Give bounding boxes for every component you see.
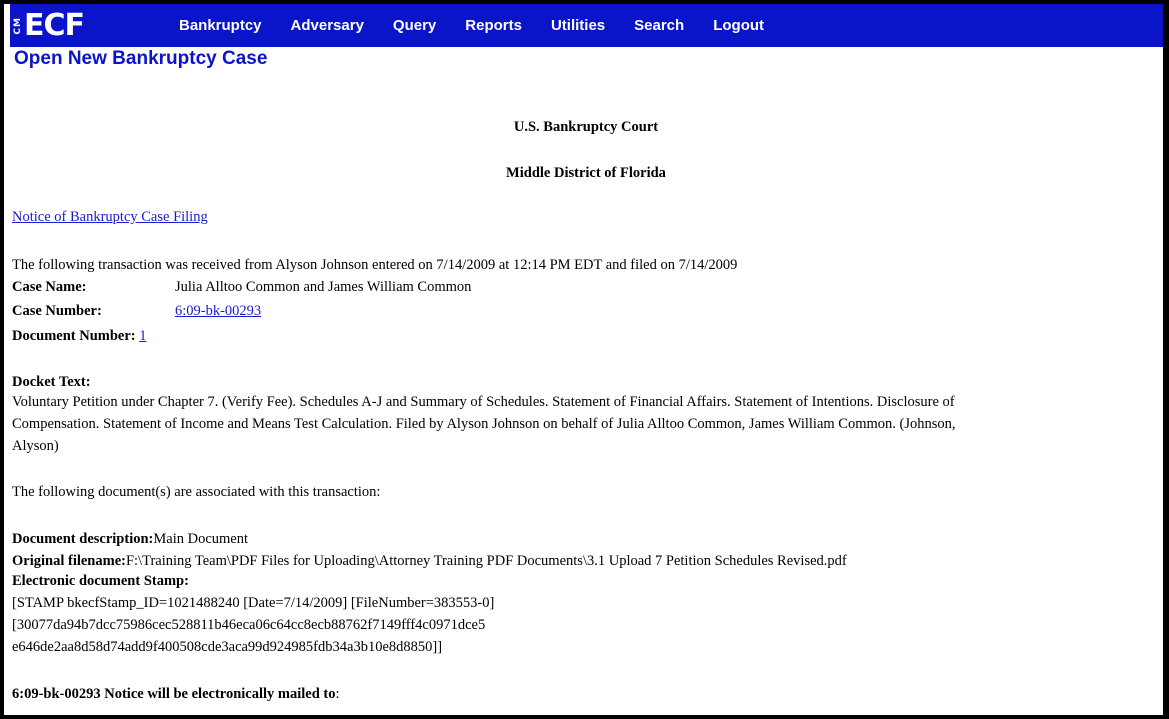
notice-link[interactable]: Notice of Bankruptcy Case Filing — [12, 209, 208, 225]
transaction-text: The following transaction was received f… — [12, 257, 738, 273]
case-number-label: Case Number: — [12, 303, 102, 319]
case-name-value: Julia Alltoo Common and James William Co… — [175, 279, 472, 295]
logo-prefix: CM — [13, 16, 23, 35]
docket-text-line-2: Compensation. Statement of Income and Me… — [12, 416, 956, 432]
document-number-label: Document Number: — [12, 328, 136, 344]
case-name-label: Case Name: — [12, 279, 87, 295]
original-filename-label: Original filename: — [12, 553, 126, 569]
menu-logout[interactable]: Logout — [713, 17, 764, 34]
associated-documents-text: The following document(s) are associated… — [12, 484, 381, 500]
case-number-link[interactable]: 6:09-bk-00293 — [175, 303, 261, 319]
document-description-value: Main Document — [153, 531, 249, 547]
court-district: Middle District of Florida — [506, 165, 666, 181]
document-description-label: Document description: — [12, 531, 154, 547]
document-stamp-line-1: [STAMP bkecfStamp_ID=1021488240 [Date=7/… — [12, 595, 495, 611]
document-stamp-line-2: [30077da94b7dcc75986cec528811b46eca06c64… — [12, 617, 486, 633]
docket-text-label: Docket Text: — [12, 374, 91, 390]
docket-text-line-3: Alyson) — [12, 438, 59, 454]
mail-notice-heading: 6:09-bk-00293 Notice will be electronica… — [12, 686, 340, 703]
menu-utilities[interactable]: Utilities — [551, 17, 605, 34]
menu-bankruptcy[interactable]: Bankruptcy — [179, 17, 262, 34]
docket-text-line-1: Voluntary Petition under Chapter 7. (Ver… — [12, 394, 955, 410]
menu-reports[interactable]: Reports — [465, 17, 522, 34]
browser-page: CM ECF Bankruptcy Adversary Query Report… — [4, 4, 1163, 715]
menu-bar: CM ECF Bankruptcy Adversary Query Report… — [10, 4, 1163, 47]
mail-notice-text: 6:09-bk-00293 Notice will be electronica… — [12, 686, 336, 702]
menu-search[interactable]: Search — [634, 17, 684, 34]
document-stamp-line-3: e646de2aa8d58d74add9f400508cde3aca99d924… — [12, 639, 443, 655]
logo-text: ECF — [24, 8, 85, 43]
original-filename-value: F:\Training Team\PDF Files for Uploading… — [125, 553, 847, 569]
court-name: U.S. Bankruptcy Court — [513, 119, 659, 135]
document-stamp-label: Electronic document Stamp: — [12, 573, 189, 589]
menu-query[interactable]: Query — [393, 17, 436, 34]
menu-adversary[interactable]: Adversary — [291, 17, 364, 34]
document-number-link[interactable]: 1 — [139, 328, 146, 344]
page-title: Open New Bankruptcy Case — [14, 48, 268, 69]
mail-notice-colon: : — [335, 686, 340, 702]
cmecf-logo[interactable]: CM ECF — [10, 4, 174, 47]
